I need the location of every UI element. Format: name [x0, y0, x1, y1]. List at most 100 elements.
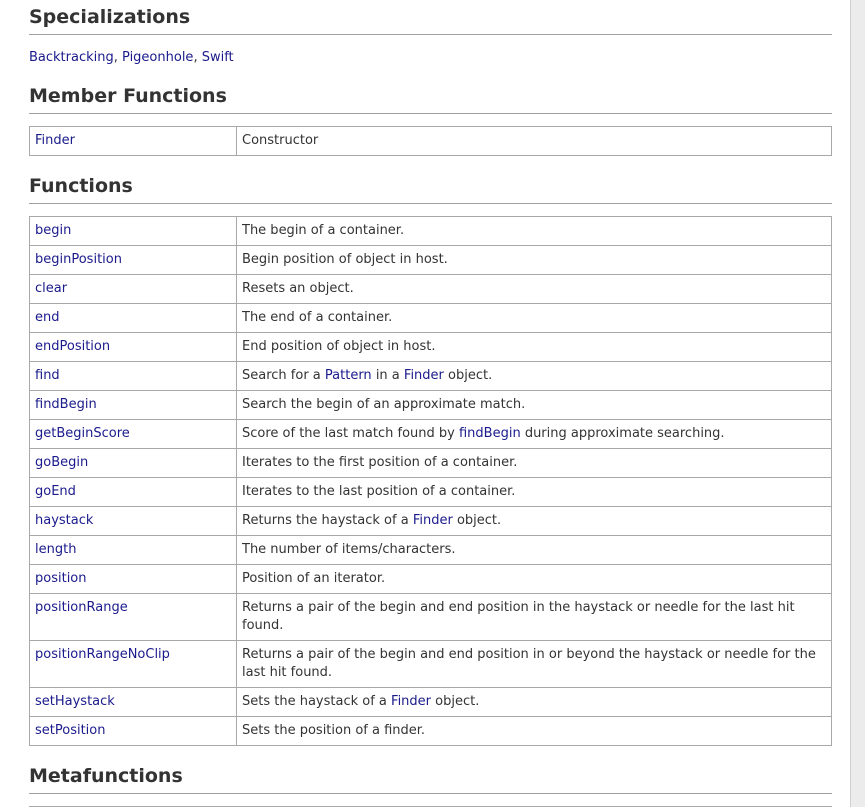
function-name-cell: find: [29, 361, 237, 391]
description-cell: Search for a Pattern in a Finder object.: [236, 361, 832, 391]
description-text: Returns the haystack of a: [242, 513, 413, 528]
function-name-cell: setPosition: [29, 716, 237, 746]
table-row: begin The begin of a container.: [29, 216, 832, 246]
function-name-cell: haystack: [29, 506, 237, 536]
function-link[interactable]: getBeginScore: [35, 426, 130, 441]
function-link[interactable]: end: [35, 310, 60, 325]
description-text: Iterates to the last position of a conta…: [242, 484, 516, 499]
description-text: object.: [452, 513, 502, 528]
list-separator: ,: [193, 50, 202, 65]
function-link[interactable]: setHaystack: [35, 694, 115, 709]
function-link[interactable]: findBegin: [35, 397, 97, 412]
function-link[interactable]: find: [35, 368, 60, 383]
description-text: Constructor: [242, 133, 319, 148]
description-text: Sets the haystack of a: [242, 694, 392, 709]
member-functions-table: Finder Constructor: [29, 126, 832, 156]
inline-type-link[interactable]: findBegin: [459, 426, 521, 441]
function-link[interactable]: beginPosition: [35, 252, 122, 267]
metafunctions-title: Metafunctions: [29, 763, 832, 794]
inline-type-link[interactable]: Finder: [404, 368, 444, 383]
inline-type-link[interactable]: Finder: [413, 513, 453, 528]
function-name-cell: goBegin: [29, 448, 237, 478]
inline-type-link[interactable]: Pattern: [325, 368, 372, 383]
table-row: goEnd Iterates to the last position of a …: [29, 477, 832, 507]
function-link[interactable]: goBegin: [35, 455, 88, 470]
description-cell: Returns a pair of the begin and end posi…: [236, 640, 832, 688]
specialization-link[interactable]: Swift: [202, 50, 234, 65]
function-name-cell: position: [29, 564, 237, 594]
table-row: positionRangeNoClip Returns a pair of the…: [29, 640, 832, 688]
specialization-link[interactable]: Backtracking: [29, 50, 114, 65]
function-name-cell: endPosition: [29, 332, 237, 362]
description-cell: Resets an object.: [236, 274, 832, 304]
description-cell: Returns a pair of the begin and end posi…: [236, 593, 832, 641]
table-row: find Search for a Pattern in a Finder obj…: [29, 361, 832, 391]
function-name-cell: length: [29, 535, 237, 565]
description-text: Iterates to the first position of a cont…: [242, 455, 518, 470]
function-link[interactable]: endPosition: [35, 339, 110, 354]
member-functions-title: Member Functions: [29, 83, 832, 114]
description-cell: Search the begin of an approximate match…: [236, 390, 832, 420]
description-text: Returns a pair of the begin and end posi…: [242, 600, 795, 633]
table-row: haystack Returns the haystack of a Finder…: [29, 506, 832, 536]
description-cell: End position of object in host.: [236, 332, 832, 362]
doc-content: Specializations Backtracking, Pigeonhole…: [29, 4, 832, 807]
table-row: end The end of a container.: [29, 303, 832, 333]
description-text: Begin position of object in host.: [242, 252, 448, 267]
description-text: Position of an iterator.: [242, 571, 386, 586]
function-name-cell: Finder: [29, 126, 237, 156]
function-name-cell: clear: [29, 274, 237, 304]
function-link[interactable]: Finder: [35, 133, 75, 148]
specializations-title: Specializations: [29, 4, 832, 35]
description-cell: The end of a container.: [236, 303, 832, 333]
function-link[interactable]: begin: [35, 223, 71, 238]
table-row: getBeginScore Score of the last match fou…: [29, 419, 832, 449]
description-text: Search for a: [242, 368, 325, 383]
functions-title: Functions: [29, 173, 832, 204]
function-name-cell: positionRangeNoClip: [29, 640, 237, 688]
table-row: setHaystack Sets the haystack of a Finder…: [29, 687, 832, 717]
function-name-cell: getBeginScore: [29, 419, 237, 449]
description-cell: Position of an iterator.: [236, 564, 832, 594]
description-text: The end of a container.: [242, 310, 393, 325]
description-text: Score of the last match found by: [242, 426, 459, 441]
doc-page: Specializations Backtracking, Pigeonhole…: [0, 0, 850, 807]
description-text: Resets an object.: [242, 281, 354, 296]
description-text: in a: [371, 368, 404, 383]
table-row: length The number of items/characters.: [29, 535, 832, 565]
function-name-cell: beginPosition: [29, 245, 237, 275]
table-row: endPosition End position of object in hos…: [29, 332, 832, 362]
function-link[interactable]: length: [35, 542, 76, 557]
function-name-cell: end: [29, 303, 237, 333]
table-row: beginPosition Begin position of object in…: [29, 245, 832, 275]
inline-type-link[interactable]: Finder: [391, 694, 431, 709]
function-name-cell: goEnd: [29, 477, 237, 507]
table-row: positionRange Returns a pair of the begin…: [29, 593, 832, 641]
table-row: setPosition Sets the position of a finder…: [29, 716, 832, 746]
description-text: The number of items/characters.: [242, 542, 456, 557]
function-name-cell: positionRange: [29, 593, 237, 641]
specializations-list: Backtracking, Pigeonhole, Swift: [29, 49, 832, 67]
description-text: Returns a pair of the begin and end posi…: [242, 647, 816, 680]
specialization-link[interactable]: Pigeonhole: [122, 50, 193, 65]
list-separator: ,: [113, 50, 123, 65]
function-link[interactable]: haystack: [35, 513, 93, 528]
function-link[interactable]: positionRangeNoClip: [35, 647, 170, 662]
description-text: object.: [443, 368, 493, 383]
table-row: clear Resets an object.: [29, 274, 832, 304]
function-link[interactable]: setPosition: [35, 723, 105, 738]
description-text: Sets the position of a finder.: [242, 723, 426, 738]
function-link[interactable]: goEnd: [35, 484, 76, 499]
table-row: goBegin Iterates to the first position of…: [29, 448, 832, 478]
description-cell: Begin position of object in host.: [236, 245, 832, 275]
function-name-cell: findBegin: [29, 390, 237, 420]
function-link[interactable]: clear: [35, 281, 67, 296]
function-link[interactable]: positionRange: [35, 600, 128, 615]
table-row: position Position of an iterator.: [29, 564, 832, 594]
description-cell: Sets the position of a finder.: [236, 716, 832, 746]
table-row: Finder Constructor: [29, 126, 832, 156]
description-text: during approximate searching.: [520, 426, 725, 441]
window-right-edge: [850, 0, 865, 807]
description-cell: Score of the last match found by findBeg…: [236, 419, 832, 449]
function-link[interactable]: position: [35, 571, 87, 586]
